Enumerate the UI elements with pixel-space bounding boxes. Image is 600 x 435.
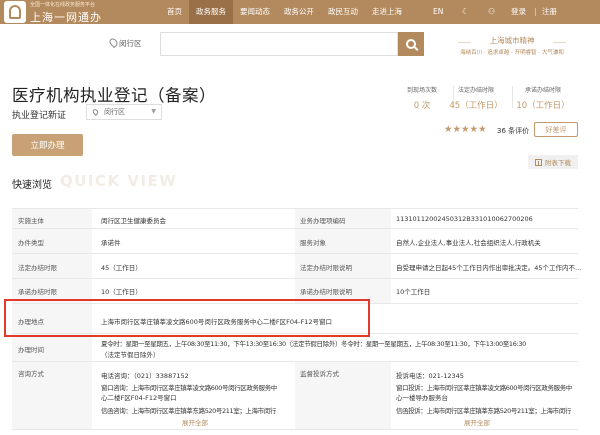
good-bad-review-button[interactable]: 好差评 — [534, 122, 578, 137]
page-title: 医疗机构执业登记（备案） — [12, 86, 216, 105]
cell-label: 咨询方式 — [18, 370, 44, 378]
cell-label: 法定办结时限说明 — [300, 264, 352, 272]
city-spirit-text: 海纳百川 · 追求卓越 · 开明睿智 · 大气谦和 — [460, 50, 564, 56]
location-pin-icon — [107, 36, 120, 49]
highlight-annotation-box — [4, 299, 370, 337]
logo-icon — [9, 5, 21, 19]
cell-value: 夏令时：星期一至星期五，上午08:30至11:30，下午13:30至16:30（… — [101, 340, 526, 348]
table-row-contact: 咨询方式 电话咨询：（021）33887152 窗口咨询：上海市闵行区莘庄镇莘凌… — [12, 362, 578, 430]
cell-label: 承诺办结时限 — [18, 288, 57, 296]
location-pin-icon — [91, 108, 100, 116]
stat-value: 10（工作日） — [516, 101, 570, 111]
nav-interaction[interactable]: 政民互动 — [321, 0, 365, 24]
expand-all-link[interactable]: 展开全部 — [464, 417, 490, 427]
phone-complaint: 投诉电话：021-12345 — [396, 372, 464, 380]
cell-label: 办理时间 — [18, 346, 44, 354]
table-row: 实施主体 闵行区卫生健康委员会 业务办理项编码 1131011200245031… — [12, 209, 578, 229]
cell-value: 闵行区卫生健康委员会 — [101, 217, 166, 225]
cell-label: 业务办理项编码 — [300, 217, 346, 225]
download-icon — [535, 158, 542, 166]
cell-label: 监督投诉方式 — [300, 370, 339, 378]
cell-value: 承诺件 — [101, 239, 121, 247]
cell-label: 法定办结时限 — [18, 264, 57, 272]
stat-value: 0 次 — [413, 101, 431, 111]
stat-label: 到现场次数 — [406, 87, 437, 94]
stat-visits: 到现场次数 0 次 — [392, 85, 452, 111]
cell-value: 10（工作日） — [101, 288, 142, 296]
search-input[interactable] — [160, 32, 398, 56]
night-mode-icon[interactable]: ☾ — [462, 0, 469, 24]
nav-about-shanghai[interactable]: 走进上海 — [365, 0, 409, 24]
brand-title[interactable]: 上海一网通办 — [30, 9, 102, 25]
expand-all-link[interactable]: 展开全部 — [182, 417, 208, 427]
cell-label: 实施主体 — [18, 217, 44, 225]
cell-value: 自然人,企业法人,事业法人,社会组织法人,行政机关 — [396, 239, 541, 247]
region-select[interactable]: 闵行区 ▼ — [86, 104, 162, 120]
window-consult-cont: 心二楼F区F04-F12号窗口 — [101, 394, 177, 402]
window-consult: 窗口咨询：上海市闵行区莘庄镇莘凌文路600号闵行区政务服务中 — [101, 384, 277, 392]
service-subtitle: 执业登记新证 — [12, 111, 67, 121]
location-selector[interactable]: 闵行区 — [119, 38, 142, 49]
window-complaint-cont: 心一楼导办服务台 — [396, 394, 448, 402]
language-toggle[interactable]: EN — [433, 0, 443, 24]
table-row-hours: 办理时间 夏令时：星期一至星期五，上午08:30至11:30，下午13:30至1… — [12, 334, 578, 362]
cell-value: 11310112002450312B331010062700206 — [396, 215, 533, 223]
cell-label: 承诺办结时限说明 — [300, 288, 352, 296]
review-count[interactable]: 36 条评价 — [497, 126, 529, 136]
stat-promised-limit: 承诺办结时限 10（工作日） — [513, 85, 573, 111]
cell-value: （法定节假日除外） — [101, 351, 160, 359]
site-logo[interactable] — [4, 1, 26, 23]
region-select-value: 闵行区 — [104, 108, 125, 116]
register-link[interactable]: 注册 — [542, 0, 557, 24]
top-nav-bar: 全国一体化在线政务服务平台 上海一网通办 首页 政务服务 要闻动态 政务公开 政… — [0, 0, 600, 24]
letter-complaint: 信函投诉：上海市闵行区莘庄镇莘东路520号211室；上海市闵行 — [396, 407, 571, 415]
nav-news[interactable]: 要闻动态 — [233, 0, 277, 24]
window-complaint: 窗口投诉：上海市闵行区莘庄镇莘凌文路600号闵行区政务服务中 — [396, 384, 572, 392]
phone-consult: 电话咨询：（021）33887152 — [101, 372, 189, 380]
table-row: 办件类型 承诺件 服务对象 自然人,企业法人,事业法人,社会组织法人,行政机关 — [12, 229, 578, 254]
quick-view-title: 快速浏览 — [12, 180, 52, 191]
login-link[interactable]: 登录 — [511, 0, 526, 24]
chevron-down-icon: ▼ — [151, 108, 156, 115]
city-spirit-title: 上海城市精神 — [471, 35, 553, 46]
apply-now-button[interactable]: 立即办理 — [12, 134, 83, 156]
user-icon[interactable]: ⚇ — [488, 0, 495, 24]
nav-separator: | — [534, 7, 537, 16]
stat-value: 45（工作日） — [449, 101, 503, 111]
nav-gov-info[interactable]: 政务公开 — [277, 0, 321, 24]
letter-consult: 信函咨询：上海市闵行区莘庄镇莘东路520号211室；上海市闵行 — [101, 407, 276, 415]
stat-label: 法定办结时限 — [457, 87, 494, 94]
cell-label: 服务对象 — [300, 239, 326, 247]
cell-value: 10个工作日 — [396, 288, 431, 296]
brand-subtitle: 全国一体化在线政务服务平台 — [30, 2, 96, 8]
cell-value: 45（工作日） — [101, 264, 142, 272]
main-nav: 首页 政务服务 要闻动态 政务公开 政民互动 走进上海 — [160, 0, 409, 24]
cell-label: 办件类型 — [18, 239, 44, 247]
attachment-download-button[interactable]: 附表下载 — [528, 155, 578, 169]
download-label: 附表下载 — [545, 159, 571, 167]
table-row: 法定办结时限 45（工作日） 法定办结时限说明 自受理申请之日起45个工作日内作… — [12, 254, 582, 279]
cell-value: 自受理申请之日起45个工作日内作出审批决定。45个工作内不... — [396, 264, 582, 272]
search-icon — [406, 39, 416, 49]
stat-label: 承诺办结时限 — [524, 87, 561, 94]
nav-gov-services[interactable]: 政务服务 — [189, 0, 233, 24]
stat-legal-limit: 法定办结时限 45（工作日） — [446, 85, 506, 111]
nav-home[interactable]: 首页 — [160, 0, 189, 24]
rating-stars: ★★★★★ — [444, 124, 487, 135]
search-button[interactable] — [398, 32, 424, 56]
quick-view-watermark: QUICK VIEW — [60, 172, 178, 190]
